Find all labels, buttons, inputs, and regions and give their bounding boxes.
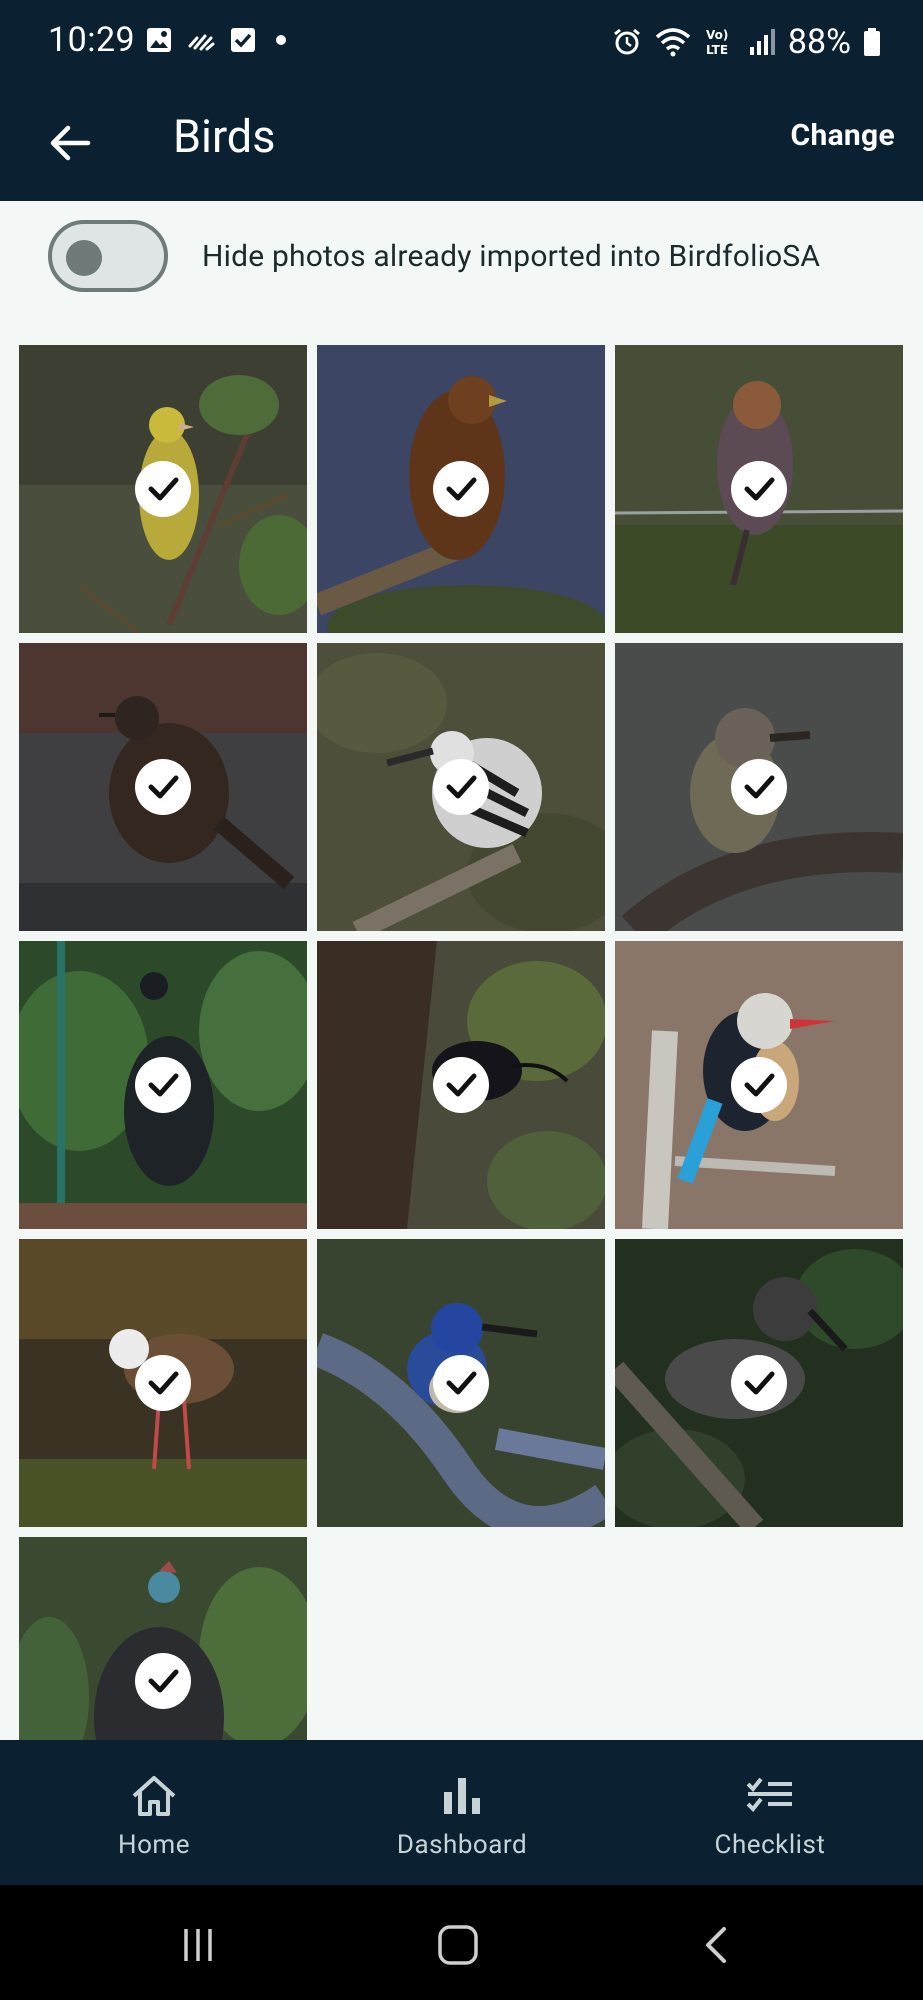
arrow-left-icon: [50, 125, 91, 161]
photo-tile[interactable]: [19, 643, 307, 931]
photo-tile[interactable]: [615, 1239, 903, 1527]
check-icon: [148, 477, 179, 501]
photo-tile[interactable]: [19, 1537, 307, 1740]
nav-label-dashboard: Dashboard: [396, 1830, 528, 1860]
checklist-icon: [746, 1777, 792, 1812]
hide-imported-toggle[interactable]: [48, 220, 168, 292]
status-time: 10:29: [48, 20, 136, 60]
activity-icon: [188, 34, 215, 51]
system-nav-bar: [0, 1885, 923, 2000]
selected-check-badge: [433, 461, 489, 517]
gallery-icon: [147, 28, 171, 52]
nav-item-checklist[interactable]: Checklist: [616, 1740, 923, 1885]
alarm-icon: [613, 28, 640, 55]
selected-check-badge: [135, 759, 191, 815]
photo-tile[interactable]: [317, 345, 605, 633]
bird-photo-helmeted-guineafowl: [19, 1537, 307, 1740]
back-system-button[interactable]: [688, 1920, 748, 1970]
photo-tile[interactable]: [317, 1239, 605, 1527]
check-icon: [148, 1669, 179, 1693]
selected-check-badge: [731, 461, 787, 517]
app-bar: Birds Change: [0, 88, 923, 201]
back-button[interactable]: [40, 113, 100, 173]
check-icon: [446, 477, 477, 501]
check-icon: [744, 1371, 775, 1395]
check-icon: [446, 1371, 477, 1395]
photo-tile[interactable]: [19, 1239, 307, 1527]
selected-check-badge: [135, 461, 191, 517]
selected-check-badge: [731, 759, 787, 815]
photo-tile[interactable]: [317, 941, 605, 1229]
photo-grid: [19, 345, 904, 1740]
check-icon: [148, 1073, 179, 1097]
wifi-icon: [655, 28, 691, 57]
selected-check-badge: [731, 1057, 787, 1113]
selected-check-badge: [135, 1653, 191, 1709]
photo-tile[interactable]: [615, 643, 903, 931]
nav-item-dashboard[interactable]: Dashboard: [308, 1740, 616, 1885]
recent-apps-button[interactable]: [168, 1920, 228, 1970]
dot-icon: [276, 35, 286, 45]
task-check-icon: [231, 28, 255, 52]
nav-label-home: Home: [118, 1830, 190, 1860]
check-icon: [446, 775, 477, 799]
svg-text:Vo): Vo): [706, 28, 728, 42]
photo-tile[interactable]: [19, 941, 307, 1229]
bar-chart-icon: [444, 1778, 480, 1814]
signal-icon: [749, 29, 775, 55]
hide-imported-label: Hide photos already imported into Birdfo…: [202, 239, 821, 274]
check-icon: [148, 775, 179, 799]
svg-text:LTE: LTE: [706, 43, 728, 57]
check-icon: [744, 775, 775, 799]
page-title: Birds: [173, 110, 276, 163]
bottom-nav: Home Dashboard Checklist: [0, 1740, 923, 1885]
photo-tile[interactable]: [317, 643, 605, 931]
check-icon: [446, 1073, 477, 1097]
selected-check-badge: [135, 1057, 191, 1113]
photo-tile[interactable]: [615, 941, 903, 1229]
recents-icon: [184, 1929, 212, 1961]
check-icon: [744, 477, 775, 501]
change-button[interactable]: Change: [791, 118, 895, 153]
nav-label-checklist: Checklist: [714, 1830, 826, 1860]
status-bar: 10:29 Vo) LTE 88%: [0, 0, 923, 88]
battery-percent: 88%: [787, 22, 851, 62]
check-icon: [744, 1073, 775, 1097]
chevron-left-icon: [706, 1927, 726, 1963]
nav-item-home[interactable]: Home: [0, 1740, 308, 1885]
volte-icon: Vo)LTE: [706, 28, 728, 57]
photo-tile[interactable]: [19, 345, 307, 633]
selected-check-badge: [433, 1355, 489, 1411]
home-square-icon: [438, 1925, 478, 1965]
photo-tile[interactable]: [615, 345, 903, 633]
selected-check-badge: [433, 1057, 489, 1113]
home-icon: [132, 1776, 176, 1816]
selected-check-badge: [433, 759, 489, 815]
selected-check-badge: [731, 1355, 787, 1411]
selected-check-badge: [135, 1355, 191, 1411]
hide-imported-row: Hide photos already imported into Birdfo…: [0, 201, 923, 341]
home-system-button[interactable]: [428, 1920, 488, 1970]
toggle-knob: [66, 240, 102, 276]
battery-icon: [864, 28, 880, 56]
check-icon: [148, 1371, 179, 1395]
